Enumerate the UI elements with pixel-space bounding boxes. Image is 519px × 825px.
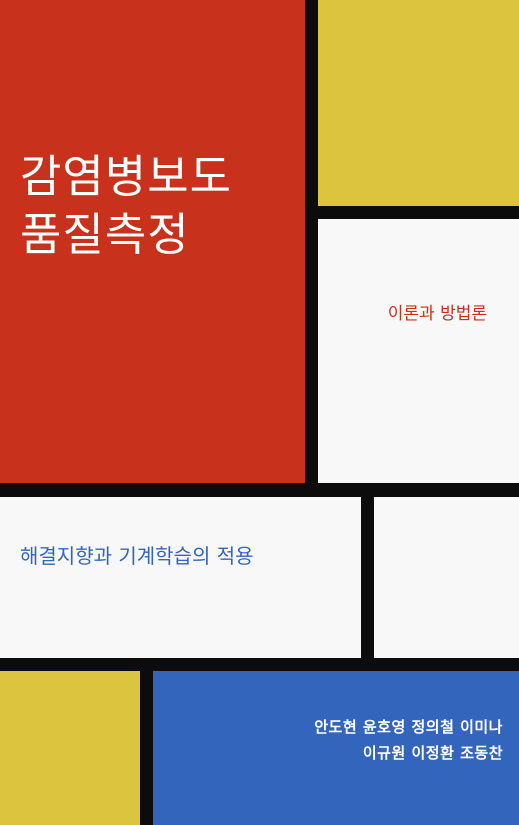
subtitle-panel: 이론과 방법론: [318, 219, 519, 483]
authors-panel: 안도현 윤호영 정의철 이미나 이규원 이정환 조동찬: [153, 671, 519, 825]
author-list: 안도현 윤호영 정의철 이미나 이규원 이정환 조동찬: [314, 714, 503, 766]
book-subtitle: 이론과 방법론: [387, 304, 487, 324]
book-title: 감염병보도 품질측정: [20, 148, 232, 264]
tagline-panel: 해결지향과 기계학습의 적용: [0, 497, 361, 658]
yellow-panel-top-right: [318, 0, 519, 206]
book-title-line-2: 품질측정: [20, 208, 190, 261]
book-tagline: 해결지향과 기계학습의 적용: [20, 544, 254, 568]
book-title-line-1: 감염병보도: [20, 150, 233, 203]
white-panel-middle-right: [374, 497, 519, 658]
yellow-panel-bottom-left: [0, 671, 140, 825]
title-panel: 감염병보도 품질측정: [0, 0, 305, 483]
author-line-1: 안도현 윤호영 정의철 이미나: [314, 718, 503, 736]
author-line-2: 이규원 이정환 조동찬: [362, 744, 503, 762]
